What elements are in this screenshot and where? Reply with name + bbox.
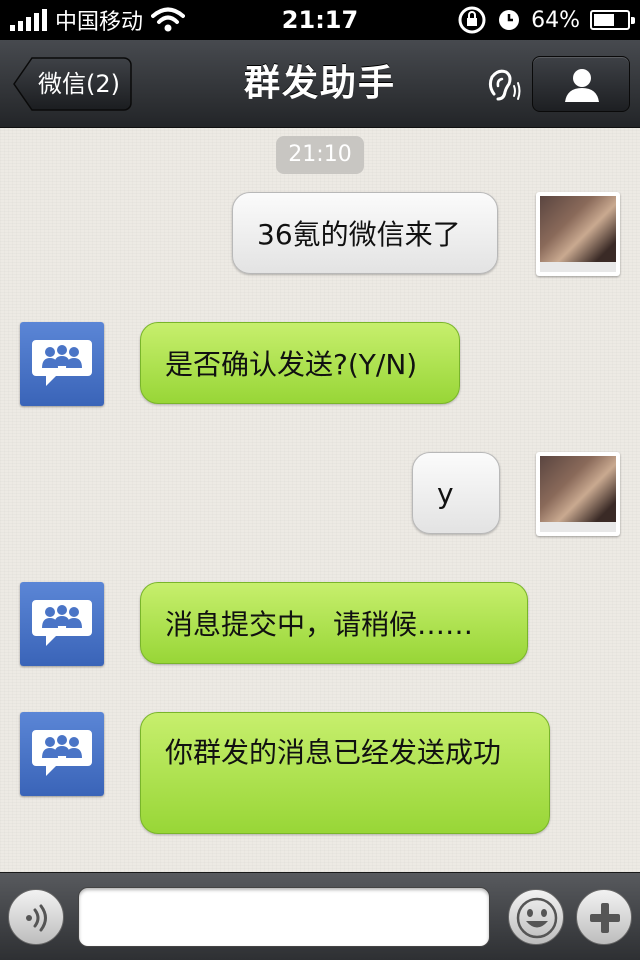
chat-area[interactable]: 21:10 36氪的微信来了 是否确认发送?(Y/N) y 消息提交中，请稍候……	[0, 128, 640, 872]
user-photo	[540, 196, 616, 272]
message-bubble-incoming[interactable]: 你群发的消息已经发送成功	[140, 712, 550, 834]
message-text: 是否确认发送?(Y/N)	[165, 348, 418, 381]
ear-icon[interactable]	[484, 66, 524, 106]
group-chat-icon	[32, 600, 92, 646]
status-right: 64%	[457, 0, 635, 40]
group-chat-icon	[32, 340, 92, 386]
input-bar	[0, 872, 640, 960]
plus-button[interactable]	[576, 889, 632, 945]
avatar[interactable]	[20, 582, 104, 666]
emoji-button[interactable]	[508, 889, 564, 945]
voice-button[interactable]	[8, 889, 64, 945]
message-bubble-incoming[interactable]: 是否确认发送?(Y/N)	[140, 322, 460, 404]
status-bar: 中国移动 21:17 64%	[0, 0, 640, 40]
back-button-label: 微信(2)	[38, 70, 120, 98]
message-input[interactable]	[78, 887, 490, 947]
contact-button[interactable]	[532, 56, 630, 112]
avatar[interactable]	[536, 192, 620, 276]
message-text: 你群发的消息已经发送成功	[165, 736, 502, 769]
avatar[interactable]	[20, 712, 104, 796]
chat-timestamp: 21:10	[276, 136, 364, 174]
message-text: 36氪的微信来了	[257, 218, 461, 251]
user-photo	[540, 456, 616, 532]
contact-icon	[565, 69, 599, 102]
back-button[interactable]: 微信(2)	[12, 56, 132, 112]
group-chat-icon	[32, 730, 92, 776]
message-bubble-outgoing[interactable]: y	[412, 452, 500, 534]
page-title: 群发助手	[243, 63, 396, 104]
avatar[interactable]	[536, 452, 620, 536]
message-bubble-incoming[interactable]: 消息提交中，请稍候……	[140, 582, 528, 664]
nav-bar: 微信(2) 群发助手	[0, 40, 640, 128]
message-bubble-outgoing[interactable]: 36氪的微信来了	[232, 192, 498, 274]
voice-icon	[26, 904, 47, 932]
alarm-clock-icon	[499, 10, 520, 30]
message-text: 消息提交中，请稍候……	[165, 608, 474, 641]
emoji-icon	[516, 897, 558, 939]
battery-percent: 64%	[531, 7, 580, 33]
plus-icon	[590, 903, 620, 933]
orientation-lock-icon	[458, 6, 486, 34]
message-text: y	[437, 476, 454, 510]
battery-icon	[590, 10, 635, 30]
avatar[interactable]	[20, 322, 104, 406]
